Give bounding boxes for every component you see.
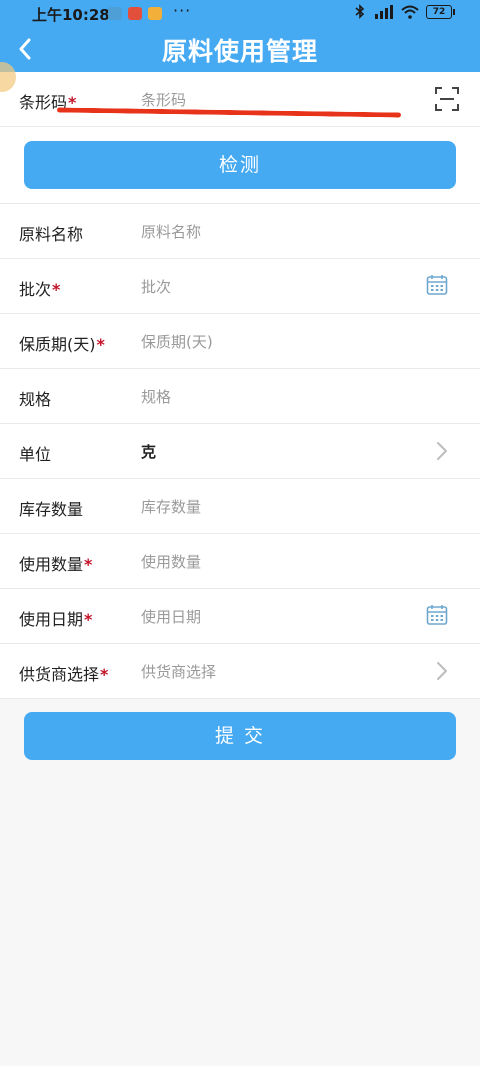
calendar-icon[interactable] <box>426 604 448 626</box>
navigation-bar: 原料使用管理 <box>0 26 480 72</box>
field-label: 使用日期* <box>19 606 92 630</box>
material-name-input[interactable]: 原料名称 <box>141 221 201 242</box>
page-title: 原料使用管理 <box>161 37 318 66</box>
telegram-icon <box>108 7 122 20</box>
form: 条形码* 条形码 检测 原料名称 原料名称 批次* 批次 保质期(天)* 保质期… <box>0 72 480 779</box>
wifi-icon <box>401 5 419 19</box>
chevron-right-icon[interactable] <box>436 661 448 681</box>
submit-button[interactable]: 提 交 <box>24 712 456 760</box>
app-header: 上午10:28 ··· 72 原料使用管理 <box>0 0 480 72</box>
field-label-text: 保质期(天) <box>19 335 96 354</box>
field-label: 保质期(天)* <box>19 331 105 355</box>
required-marker: * <box>52 280 61 299</box>
field-label: 规格 <box>19 386 52 410</box>
field-label: 库存数量 <box>19 496 84 520</box>
field-label-text: 单位 <box>19 445 52 464</box>
battery-icon: 72 <box>426 4 455 19</box>
field-row-specification[interactable]: 规格 规格 <box>0 369 480 424</box>
signal-icon <box>375 4 393 19</box>
supplier-select[interactable]: 供货商选择 <box>141 661 216 682</box>
required-marker: * <box>84 610 93 629</box>
field-label: 单位 <box>19 441 52 465</box>
field-row-shelf-life[interactable]: 保质期(天)* 保质期(天) <box>0 314 480 369</box>
field-label-text: 批次 <box>19 280 52 299</box>
required-marker: * <box>84 555 93 574</box>
status-time: 上午10:28 <box>32 6 110 24</box>
submit-area: 提 交 <box>0 699 480 779</box>
unit-select[interactable]: 克 <box>141 441 156 462</box>
bluetooth-icon <box>355 4 365 19</box>
calendar-icon[interactable] <box>426 274 448 296</box>
field-label-text: 原料名称 <box>19 225 84 244</box>
field-label: 供货商选择* <box>19 661 108 685</box>
field-label-text: 供货商选择 <box>19 665 100 684</box>
field-label: 批次* <box>19 276 60 300</box>
stock-quantity-input[interactable]: 库存数量 <box>141 496 201 517</box>
field-row-usage-quantity[interactable]: 使用数量* 使用数量 <box>0 534 480 589</box>
specification-input[interactable]: 规格 <box>141 386 171 407</box>
field-label-text: 规格 <box>19 390 52 409</box>
field-label-text: 使用数量 <box>19 555 84 574</box>
field-row-unit[interactable]: 单位 克 <box>0 424 480 479</box>
more-notifications-icon: ··· <box>173 1 192 20</box>
required-marker: * <box>96 335 105 354</box>
detect-button[interactable]: 检测 <box>24 141 456 189</box>
mail-icon <box>128 7 142 20</box>
field-label-text: 库存数量 <box>19 500 84 519</box>
field-row-material-name[interactable]: 原料名称 原料名称 <box>0 204 480 259</box>
field-row-supplier[interactable]: 供货商选择* 供货商选择 <box>0 644 480 699</box>
status-bar: 上午10:28 ··· 72 <box>0 0 480 26</box>
batch-input[interactable]: 批次 <box>141 276 171 297</box>
detect-button-area: 检测 <box>0 127 480 204</box>
required-marker: * <box>100 665 109 684</box>
field-row-stock-quantity[interactable]: 库存数量 库存数量 <box>0 479 480 534</box>
field-row-batch[interactable]: 批次* 批次 <box>0 259 480 314</box>
barcode-input[interactable]: 条形码 <box>141 89 186 110</box>
chevron-right-icon[interactable] <box>436 441 448 461</box>
app-notification-icon <box>148 7 162 20</box>
field-row-usage-date[interactable]: 使用日期* 使用日期 <box>0 589 480 644</box>
field-label: 使用数量* <box>19 551 92 575</box>
field-label-text: 使用日期 <box>19 610 84 629</box>
usage-date-input[interactable]: 使用日期 <box>141 606 201 627</box>
shelf-life-input[interactable]: 保质期(天) <box>141 331 213 352</box>
field-label: 原料名称 <box>19 221 84 245</box>
barcode-row: 条形码* 条形码 <box>0 72 480 127</box>
usage-quantity-input[interactable]: 使用数量 <box>141 551 201 572</box>
scan-icon[interactable] <box>435 87 459 111</box>
